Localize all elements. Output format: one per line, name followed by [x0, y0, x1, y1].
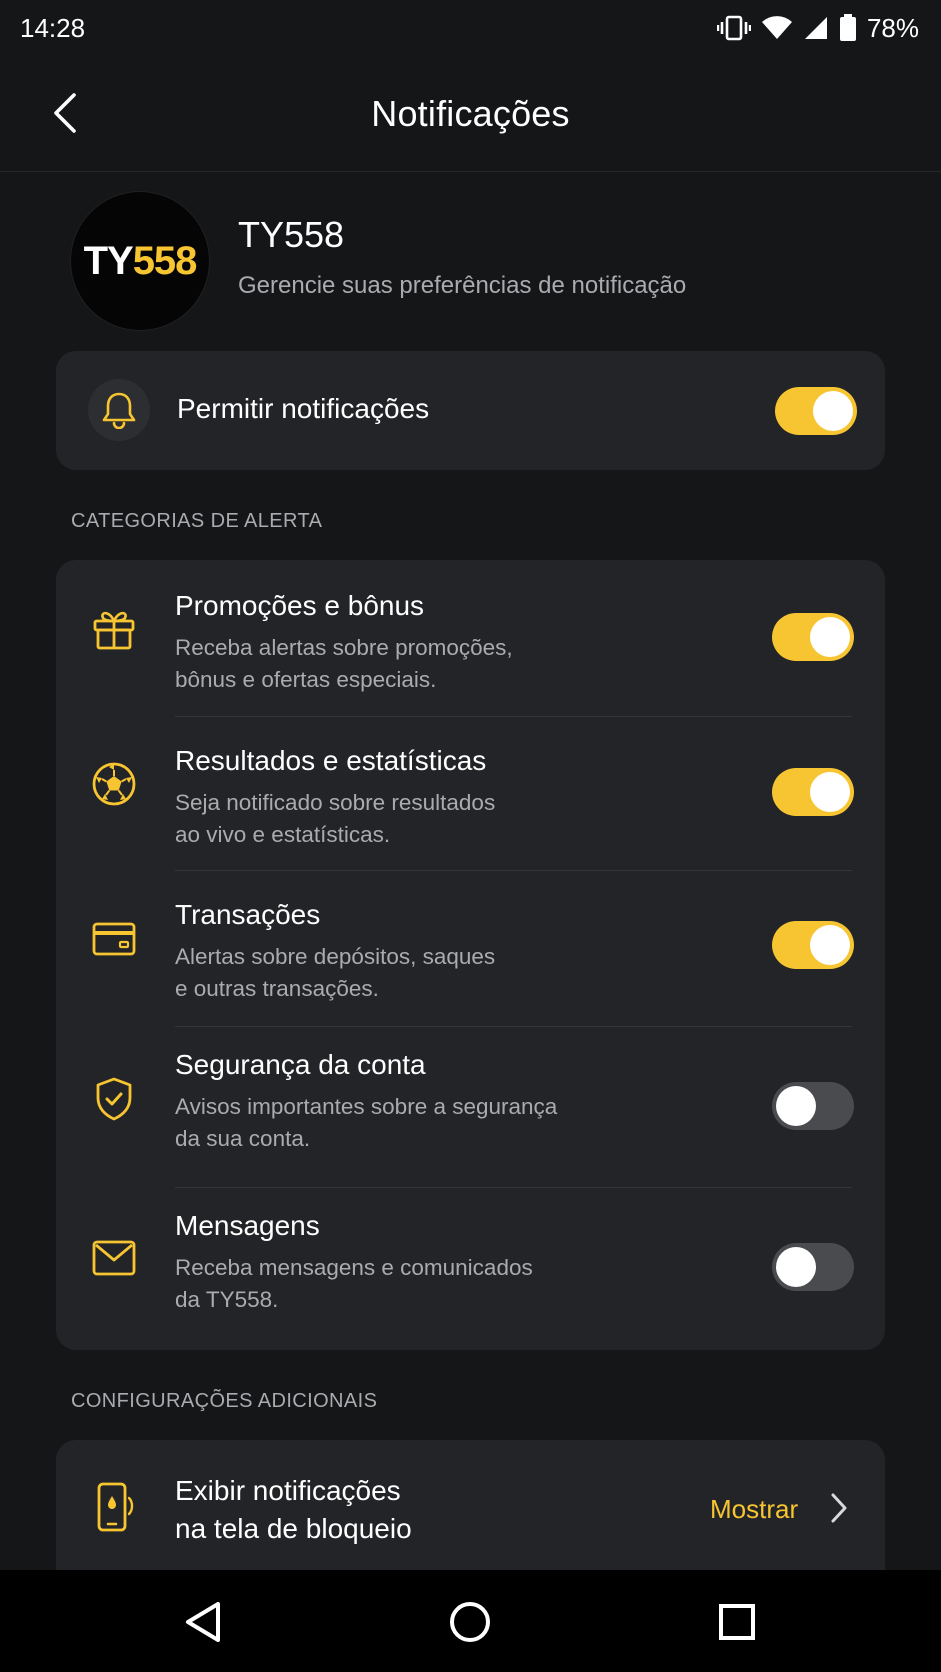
category-description: Receba mensagens e comunicados da TY558. — [175, 1252, 595, 1316]
seguranca-toggle[interactable] — [772, 1082, 854, 1130]
signal-icon — [804, 17, 827, 39]
additional-section-title: CONFIGURAÇÕES ADICIONAIS — [71, 1390, 378, 1412]
category-title: Mensagens — [175, 1210, 320, 1241]
back-button[interactable] — [40, 86, 90, 140]
category-item-resultados: Resultados e estatísticas Seja notificad… — [56, 717, 885, 870]
nav-recents-button[interactable] — [707, 1592, 767, 1652]
categories-section-title: CATEGORIAS DE ALERTA — [71, 510, 323, 532]
category-item-transacoes: Transações Alertas sobre depósitos, saqu… — [56, 871, 885, 1026]
vibrate-icon — [716, 15, 751, 41]
category-item-seguranca: Segurança da conta Avisos importantes so… — [56, 1027, 885, 1187]
toggle-knob — [810, 925, 850, 965]
chevron-left-icon — [54, 93, 76, 133]
nav-back-button[interactable] — [173, 1592, 233, 1652]
bell-icon-container — [88, 379, 150, 441]
allow-notifications-toggle[interactable] — [775, 387, 857, 435]
category-description-line: ao vivo e estatísticas. — [175, 822, 391, 847]
nav-recents-icon — [719, 1604, 755, 1640]
brand-name: TY558 — [238, 214, 345, 255]
status-time: 14:28 — [20, 12, 86, 43]
chevron-right-icon[interactable] — [824, 1488, 854, 1528]
credit-card-icon — [90, 915, 138, 963]
status-bar: 14:28 78% — [0, 0, 941, 56]
system-navigation-bar — [0, 1570, 941, 1672]
brand-subtitle: Gerencie suas preferências de notificaçã… — [238, 272, 687, 299]
category-description-line: da TY558. — [175, 1287, 279, 1312]
bell-icon — [102, 392, 136, 429]
brand-row: TY558 TY558 Gerencie suas preferências d… — [71, 192, 871, 332]
category-title: Segurança da conta — [175, 1049, 426, 1080]
category-title: Resultados e estatísticas — [175, 745, 487, 776]
brand-logo-number: 558 — [132, 238, 198, 283]
page-title: Notificações — [371, 92, 570, 134]
category-description: Receba alertas sobre promoções, bônus e … — [175, 632, 595, 696]
toggle-knob — [810, 772, 850, 812]
app-header: Notificações — [0, 56, 941, 172]
category-description-line: bônus e ofertas especiais. — [175, 667, 437, 692]
shield-check-icon — [90, 1075, 138, 1123]
category-description-line: da sua conta. — [175, 1126, 311, 1151]
category-description-line: Avisos importantes sobre a segurança — [175, 1094, 558, 1119]
category-description-line: Receba alertas sobre promoções, — [175, 635, 513, 660]
phone-lock-icon — [90, 1480, 138, 1534]
resultados-toggle[interactable] — [772, 768, 854, 816]
allow-notifications-label: Permitir notificações — [177, 393, 430, 424]
category-item-promocoes: Promoções e bônus Receba alertas sobre p… — [56, 560, 885, 715]
nav-home-icon — [450, 1602, 490, 1642]
nav-home-button[interactable] — [440, 1592, 500, 1652]
category-title: Transações — [175, 899, 321, 930]
toggle-knob — [813, 391, 853, 431]
lockscreen-title-line: na tela de bloqueio — [175, 1513, 412, 1544]
envelope-icon — [90, 1234, 138, 1282]
gift-icon — [90, 605, 138, 653]
soccer-ball-icon — [90, 760, 138, 808]
mensagens-toggle[interactable] — [772, 1243, 854, 1291]
category-description: Avisos importantes sobre a segurança da … — [175, 1091, 595, 1155]
lockscreen-title-line: Exibir notificações — [175, 1475, 401, 1506]
lockscreen-title: Exibir notificações na tela de bloqueio — [175, 1472, 475, 1548]
category-description-line: Alertas sobre depósitos, saques — [175, 944, 496, 969]
categories-card: Promoções e bônus Receba alertas sobre p… — [56, 560, 885, 1350]
category-description-line: e outras transações. — [175, 976, 379, 1001]
battery-icon — [839, 14, 856, 41]
toggle-knob — [776, 1247, 816, 1287]
toggle-knob — [810, 617, 850, 657]
status-icons: 78% — [716, 12, 919, 44]
category-description-line: Seja notificado sobre resultados — [175, 790, 496, 815]
category-item-mensagens: Mensagens Receba mensagens e comunicados… — [56, 1188, 885, 1350]
category-description-line: Receba mensagens e comunicados — [175, 1255, 533, 1280]
battery-percent: 78% — [866, 12, 919, 43]
toggle-knob — [776, 1086, 816, 1126]
promocoes-toggle[interactable] — [772, 613, 854, 661]
lockscreen-value[interactable]: Mostrar — [710, 1494, 798, 1525]
category-title: Promoções e bônus — [175, 590, 425, 621]
transacoes-toggle[interactable] — [772, 921, 854, 969]
brand-logo-prefix: TY — [83, 238, 134, 283]
category-description: Seja notificado sobre resultados ao vivo… — [175, 787, 595, 851]
wifi-icon — [761, 16, 792, 39]
allow-notifications-card: Permitir notificações — [56, 351, 885, 470]
brand-logo: TY558 — [71, 192, 209, 330]
category-description: Alertas sobre depósitos, saques e outras… — [175, 941, 595, 1005]
brand-logo-text: TY558 — [83, 238, 198, 284]
nav-back-icon — [186, 1602, 220, 1642]
